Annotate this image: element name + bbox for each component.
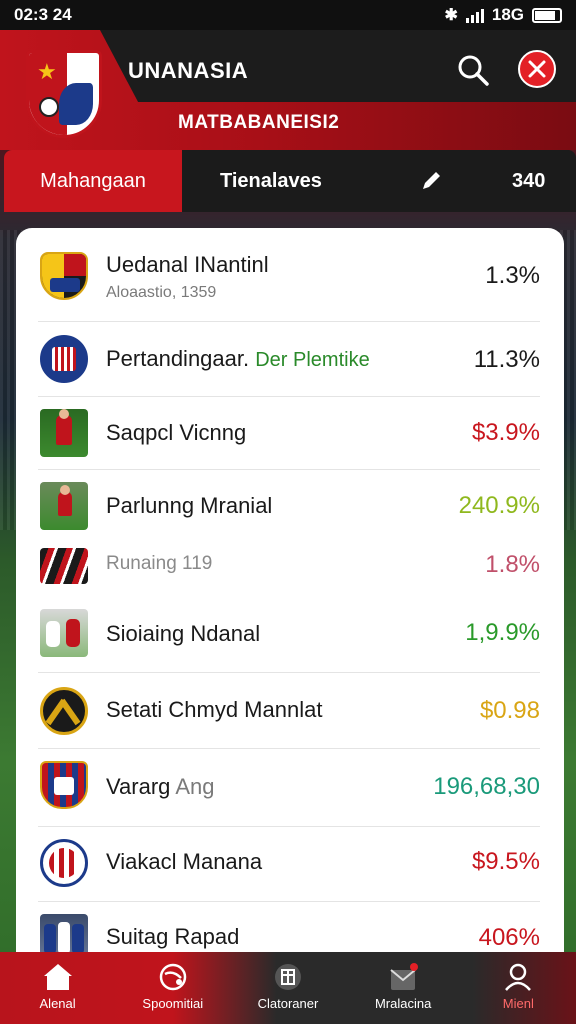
list-item-value: 1.8%: [485, 551, 540, 578]
app-title: UNANASIA: [128, 58, 249, 83]
bluetooth-icon: ✱: [444, 7, 458, 24]
pencil-icon: [423, 172, 440, 189]
list-item-value: $0.98: [479, 697, 540, 724]
list-item-value: 196,68,30: [433, 773, 540, 800]
search-button[interactable]: [455, 52, 491, 88]
list-item-meta: Aloaastio, 1359: [106, 284, 217, 301]
profile-icon: [505, 963, 532, 991]
list-item-value: $3.9%: [471, 419, 540, 446]
nav-calendar[interactable]: Clatoraner: [230, 952, 345, 1024]
battery-icon: [532, 7, 562, 23]
list-item-value: 11.3%: [473, 346, 540, 373]
list-item[interactable]: Pertandingaar. Der Plemtike 11.3%: [38, 322, 540, 397]
team-crest-icon: [40, 761, 88, 809]
team-crest-icon: [40, 839, 88, 887]
list-item-name: Saqpcl Vicnng: [106, 420, 247, 445]
team-crest-icon: [40, 252, 88, 300]
list-item-name: Pertandingaar. Der Plemtike: [106, 346, 370, 372]
nav-label: Mralacina: [374, 996, 432, 1011]
status-icons: ✱ 18G: [444, 5, 562, 25]
nav-home[interactable]: Alenal: [0, 952, 115, 1024]
tab-count: 340: [512, 170, 546, 192]
player-photo: [40, 409, 88, 457]
list-item-name: Setati Chmyd Mannlat: [106, 697, 323, 722]
list-card: Uedanal INantinl Aloaastio, 1359 1.3% Pe…: [16, 228, 564, 968]
list-item-name: Suitag Rapad: [106, 924, 240, 949]
nav-profile[interactable]: Mienl: [461, 952, 576, 1024]
list-item-name: Parlunng Mranial: [106, 493, 273, 518]
nav-label: Alenal: [39, 996, 76, 1011]
list-item-name-extra: Ang: [175, 774, 215, 799]
team-crest-icon: [40, 335, 88, 383]
list-item[interactable]: Viakacl Manana $9.5%: [38, 827, 540, 902]
nav-label: Clatoraner: [257, 996, 319, 1011]
list-item-name: Runaing 119: [106, 553, 213, 574]
list-item-value: 406%: [478, 924, 540, 951]
list-item[interactable]: Uedanal INantinl Aloaastio, 1359 1.3%: [38, 238, 540, 322]
list-item-value: $9.5%: [471, 848, 540, 875]
edit-button[interactable]: [418, 168, 444, 194]
close-icon: [528, 60, 546, 78]
network-label: 18G: [491, 5, 524, 24]
nav-label: Spoomitiai: [142, 996, 204, 1011]
list-item-name-main: Vararg: [106, 774, 171, 799]
player-photo: [40, 482, 88, 530]
team-crest-icon: [40, 687, 88, 735]
list-item-name-main: Pertandingaar.: [106, 346, 250, 371]
list-item-name: Viakacl Manana: [106, 849, 263, 874]
list-item[interactable]: Vararg Ang 196,68,30: [38, 749, 540, 827]
list-item-name: Uedanal INantinl: [106, 252, 269, 277]
calendar-icon: [274, 964, 301, 990]
header-subtitle: MATBABANEISI2: [178, 112, 340, 133]
nav-sports[interactable]: Spoomitiai: [115, 952, 230, 1024]
list-item[interactable]: Setati Chmyd Mannlat $0.98: [38, 673, 540, 749]
signal-icon: [465, 7, 484, 23]
status-bar: 02:3 24 ✱ 18G: [0, 0, 576, 30]
list-item-name: Vararg Ang: [106, 774, 214, 800]
list-item-name-extra: Der Plemtike: [255, 349, 370, 371]
search-icon: [458, 55, 489, 86]
sports-icon: [159, 963, 187, 991]
inbox-icon: [390, 963, 419, 990]
club-crest-logo: ★: [26, 50, 102, 138]
list-item-value: 240.9%: [458, 492, 540, 519]
team-kit-icon: [40, 548, 88, 584]
status-time: 02:3 24: [14, 5, 72, 24]
home-icon: [43, 964, 72, 990]
team-photo: [40, 609, 88, 657]
list-item-value: 1,9.9%: [465, 619, 540, 646]
bottom-nav: Alenal Spoomitiai Clatoraner Mralacina M…: [0, 952, 576, 1024]
nav-label: Mienl: [502, 996, 534, 1011]
list-item-name: Sioiaing Ndanal: [106, 621, 261, 646]
nav-inbox[interactable]: Mralacina: [346, 952, 461, 1024]
tab-tienalaves[interactable]: Tienalaves: [220, 170, 322, 193]
tab-bar: Mahangaan Tienalaves 340: [4, 150, 576, 212]
list-item[interactable]: Parlunng Mranial 240.9%: [38, 470, 540, 543]
close-button[interactable]: [518, 50, 556, 88]
list-item[interactable]: Saqpcl Vicnng $3.9%: [38, 397, 540, 470]
list-item[interactable]: Runaing 119 1.8%: [38, 543, 540, 589]
tab-mahangaan[interactable]: Mahangaan: [4, 150, 182, 212]
list-item-value: 1.3%: [485, 262, 540, 289]
list-item[interactable]: Sioiaing Ndanal 1,9.9%: [38, 597, 540, 673]
